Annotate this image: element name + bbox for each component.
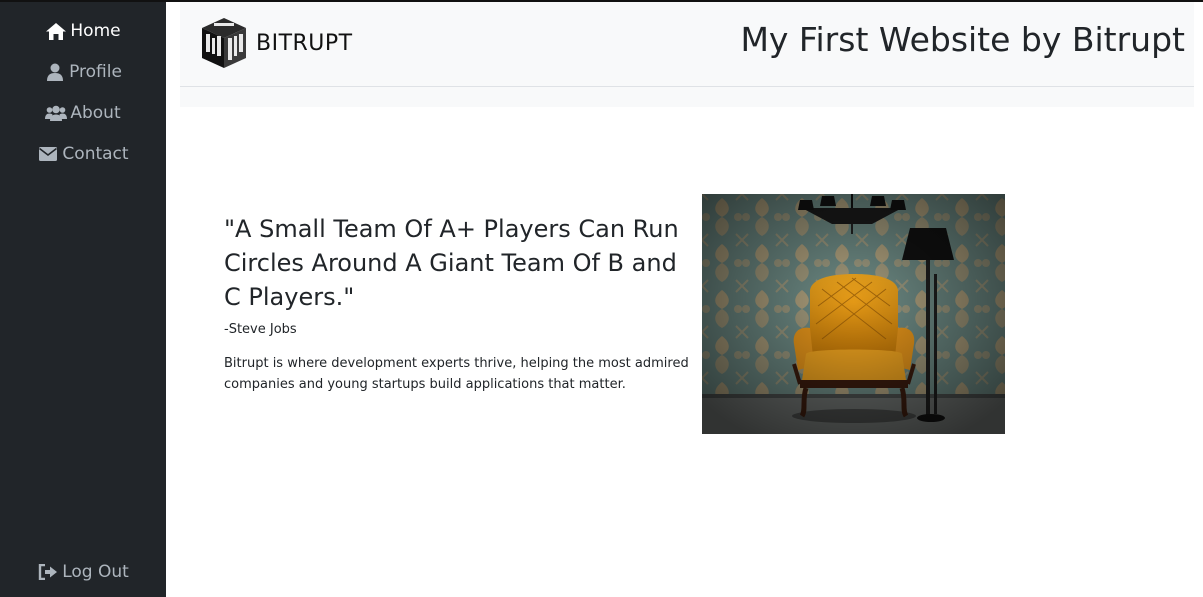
logout-button[interactable]: Log Out: [0, 557, 166, 587]
quote-author: -Steve Jobs: [224, 322, 297, 337]
header: BITRUPT My First Website by Bitrupt: [166, 2, 1203, 107]
logout-label: Log Out: [62, 562, 129, 582]
sidebar: Home Profile About Contact Log Out: [0, 2, 166, 597]
brand-logo-link[interactable]: BITRUPT: [198, 16, 353, 70]
page-title: My First Website by Bitrupt: [740, 20, 1185, 59]
sign-out-icon: [37, 563, 59, 581]
sidebar-item-home[interactable]: Home: [0, 16, 166, 46]
armchair-image: [702, 194, 1005, 434]
main-content: "A Small Team Of A+ Players Can Run Circ…: [224, 212, 694, 395]
bitrupt-logo-icon: [202, 18, 246, 68]
users-icon: [45, 104, 68, 122]
description-text: Bitrupt is where development experts thr…: [224, 356, 689, 392]
sidebar-item-label: Home: [70, 21, 121, 41]
brand-name: BITRUPT: [256, 30, 353, 56]
header-strip: [180, 87, 1194, 107]
quote-heading: "A Small Team Of A+ Players Can Run Circ…: [224, 215, 679, 311]
home-icon: [45, 22, 67, 40]
sidebar-item-contact[interactable]: Contact: [0, 139, 166, 169]
sidebar-item-label: About: [70, 103, 121, 123]
sidebar-item-label: Profile: [69, 62, 122, 82]
envelope-icon: [37, 145, 59, 163]
sidebar-item-about[interactable]: About: [0, 98, 166, 128]
page: Home Profile About Contact Log Out BITRU…: [0, 0, 1203, 597]
sidebar-item-profile[interactable]: Profile: [0, 57, 166, 87]
sidebar-item-label: Contact: [62, 144, 129, 164]
user-icon: [44, 63, 66, 81]
